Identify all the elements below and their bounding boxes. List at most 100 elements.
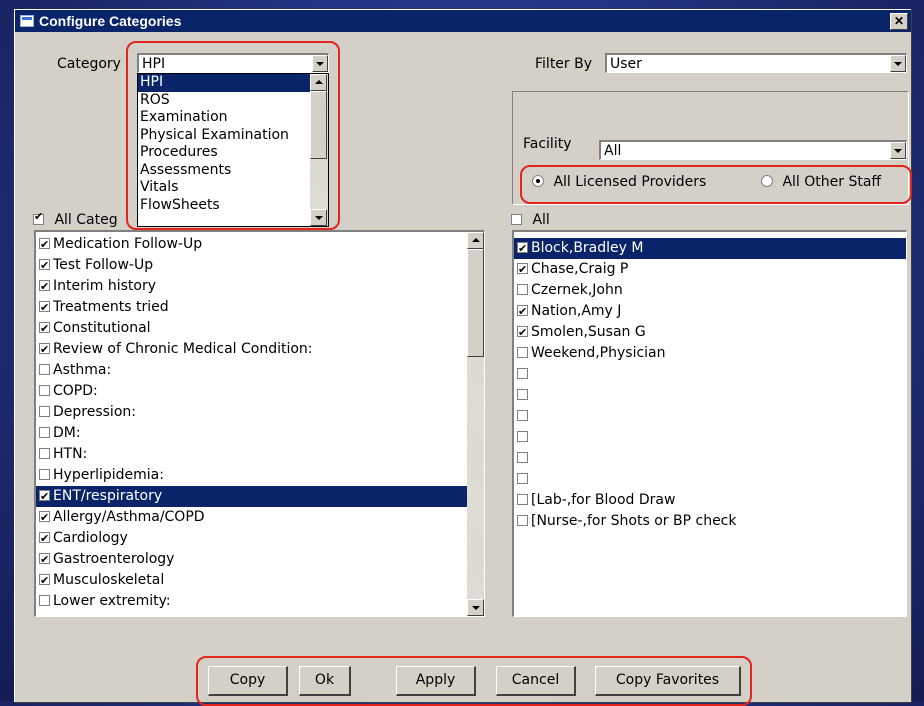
- checkbox-icon[interactable]: [517, 301, 528, 322]
- checkbox-icon[interactable]: [517, 284, 528, 295]
- checkbox-icon[interactable]: [517, 431, 528, 442]
- user-list-item[interactable]: [514, 364, 906, 385]
- checkbox-icon[interactable]: [517, 473, 528, 484]
- user-list-item[interactable]: Chase,Craig P: [514, 259, 906, 280]
- copy-button[interactable]: Copy: [208, 666, 288, 696]
- checkbox-icon[interactable]: [39, 318, 50, 339]
- chevron-down-icon[interactable]: [312, 55, 328, 72]
- checkbox-icon[interactable]: [39, 486, 50, 507]
- checkbox-icon[interactable]: [517, 515, 528, 526]
- category-list-item[interactable]: Lower extremity:: [36, 591, 467, 612]
- checkbox-icon[interactable]: [39, 507, 50, 528]
- category-list-item[interactable]: Hyperlipidemia:: [36, 465, 467, 486]
- category-option[interactable]: ROS: [138, 92, 328, 110]
- category-list-item[interactable]: Depression:: [36, 402, 467, 423]
- category-list-item[interactable]: Interim history: [36, 276, 467, 297]
- user-list-item[interactable]: Czernek,John: [514, 280, 906, 301]
- radio-dot-icon[interactable]: [761, 175, 773, 187]
- category-combo[interactable]: HPI: [137, 53, 329, 73]
- scroll-up-icon[interactable]: [467, 232, 484, 249]
- checkbox-icon[interactable]: [39, 427, 50, 438]
- category-dropdown-scrollbar[interactable]: [310, 74, 328, 226]
- category-list-item[interactable]: DM:: [36, 423, 467, 444]
- chevron-down-icon[interactable]: [890, 55, 906, 72]
- category-list-item[interactable]: Musculoskeletal: [36, 570, 467, 591]
- category-list-item[interactable]: Treatments tried: [36, 297, 467, 318]
- checkbox-icon[interactable]: [39, 297, 50, 318]
- close-button[interactable]: ✕: [890, 13, 908, 30]
- checkbox-icon[interactable]: [39, 448, 50, 459]
- apply-button[interactable]: Apply: [396, 666, 476, 696]
- categories-listbox[interactable]: Medication Follow-Up Test Follow-Up Interi…: [34, 230, 485, 617]
- chevron-down-icon[interactable]: [890, 142, 906, 159]
- user-list-item[interactable]: [Lab-,for Blood Draw: [514, 490, 906, 511]
- user-list-item[interactable]: [514, 469, 906, 490]
- category-option[interactable]: Physical Examination: [138, 127, 328, 145]
- all-categories-checkbox[interactable]: All Categ: [31, 210, 118, 228]
- checkbox-icon[interactable]: [517, 410, 528, 421]
- all-users-checkbox[interactable]: All: [509, 212, 550, 228]
- checkbox-icon[interactable]: [33, 210, 44, 225]
- user-list-item[interactable]: Smolen,Susan G: [514, 322, 906, 343]
- category-option[interactable]: FlowSheets: [138, 197, 328, 215]
- user-list-item[interactable]: [514, 448, 906, 469]
- user-list-item[interactable]: Nation,Amy J: [514, 301, 906, 322]
- scroll-up-icon[interactable]: [310, 74, 327, 91]
- checkbox-icon[interactable]: [517, 494, 528, 505]
- checkbox-icon[interactable]: [511, 214, 522, 225]
- checkbox-icon[interactable]: [39, 406, 50, 417]
- category-list-item[interactable]: Cardiology: [36, 528, 467, 549]
- category-list-item[interactable]: Review of Chronic Medical Condition:: [36, 339, 467, 360]
- category-list-item[interactable]: Constitutional: [36, 318, 467, 339]
- checkbox-icon[interactable]: [517, 347, 528, 358]
- category-option[interactable]: Assessments: [138, 162, 328, 180]
- category-dropdown-list[interactable]: HPI ROS Examination Physical Examination Pro…: [137, 73, 329, 227]
- radio-dot-icon[interactable]: [532, 175, 544, 187]
- scroll-thumb[interactable]: [310, 91, 327, 159]
- filter-by-combo[interactable]: User: [605, 53, 907, 73]
- category-list-item[interactable]: Test Follow-Up: [36, 255, 467, 276]
- radio-all-other-staff[interactable]: All Other Staff: [761, 174, 881, 190]
- scroll-thumb[interactable]: [467, 249, 484, 357]
- category-list-item[interactable]: Medication Follow-Up: [36, 234, 467, 255]
- user-list-item[interactable]: Weekend,Physician: [514, 343, 906, 364]
- category-list-item[interactable]: Asthma:: [36, 360, 467, 381]
- checkbox-icon[interactable]: [39, 570, 50, 591]
- checkbox-icon[interactable]: [517, 238, 528, 259]
- checkbox-icon[interactable]: [517, 322, 528, 343]
- category-option[interactable]: Procedures: [138, 144, 328, 162]
- category-list-item[interactable]: Allergy/Asthma/COPD: [36, 507, 467, 528]
- category-list-item[interactable]: HTN:: [36, 444, 467, 465]
- checkbox-icon[interactable]: [39, 549, 50, 570]
- user-list-item[interactable]: Block,Bradley M: [514, 238, 906, 259]
- user-list-item[interactable]: [514, 406, 906, 427]
- user-list-item[interactable]: [514, 385, 906, 406]
- copy-favorites-button[interactable]: Copy Favorites: [595, 666, 741, 696]
- cancel-button[interactable]: Cancel: [496, 666, 576, 696]
- checkbox-icon[interactable]: [39, 364, 50, 375]
- checkbox-icon[interactable]: [39, 255, 50, 276]
- checkbox-icon[interactable]: [39, 339, 50, 360]
- scroll-down-icon[interactable]: [467, 599, 484, 616]
- checkbox-icon[interactable]: [39, 469, 50, 480]
- checkbox-icon[interactable]: [39, 528, 50, 549]
- users-listbox[interactable]: Block,Bradley M Chase,Craig P Czernek,John…: [512, 230, 907, 617]
- category-list-item[interactable]: ENT/respiratory: [36, 486, 467, 507]
- radio-all-licensed-providers[interactable]: All Licensed Providers: [532, 174, 706, 190]
- category-option[interactable]: HPI: [138, 74, 328, 92]
- facility-combo[interactable]: All: [599, 140, 907, 160]
- checkbox-icon[interactable]: [39, 234, 50, 255]
- categories-scrollbar[interactable]: [467, 232, 484, 616]
- category-list-item[interactable]: Gastroenterology: [36, 549, 467, 570]
- category-option[interactable]: Vitals: [138, 179, 328, 197]
- category-list-item[interactable]: COPD:: [36, 381, 467, 402]
- scroll-down-icon[interactable]: [310, 209, 327, 226]
- checkbox-icon[interactable]: [517, 259, 528, 280]
- ok-button[interactable]: Ok: [299, 666, 351, 696]
- checkbox-icon[interactable]: [39, 276, 50, 297]
- checkbox-icon[interactable]: [517, 368, 528, 379]
- checkbox-icon[interactable]: [39, 385, 50, 396]
- user-list-item[interactable]: [Nurse-,for Shots or BP check: [514, 511, 906, 532]
- checkbox-icon[interactable]: [517, 389, 528, 400]
- category-option[interactable]: Examination: [138, 109, 328, 127]
